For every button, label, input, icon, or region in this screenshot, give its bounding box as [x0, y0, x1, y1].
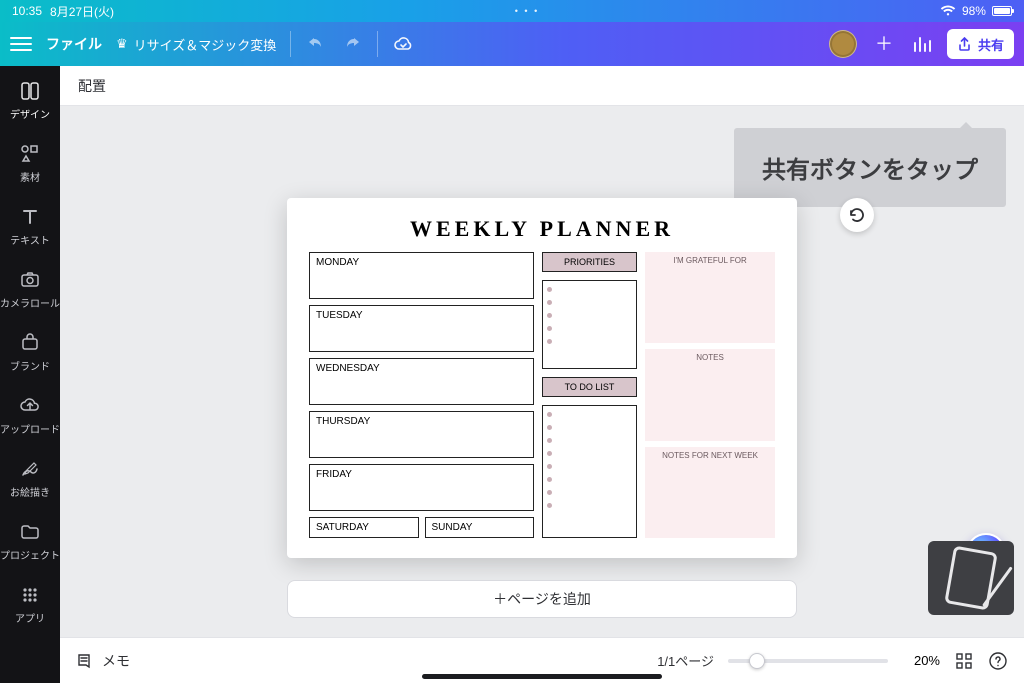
planner-title: WEEKLY PLANNER — [309, 216, 775, 242]
share-button[interactable]: 共有 — [947, 29, 1014, 59]
analytics-button[interactable] — [911, 33, 933, 55]
sidebar-item-brand[interactable]: ブランド — [0, 332, 60, 373]
share-icon — [957, 37, 972, 52]
zoom-slider-track[interactable] — [728, 659, 888, 663]
planner-notes-box: NOTES — [645, 349, 775, 440]
home-indicator — [422, 674, 662, 679]
planner-next-week-box: NOTES FOR NEXT WEEK — [645, 447, 775, 538]
invite-button[interactable]: ＋ — [871, 31, 897, 57]
elements-icon — [19, 143, 41, 165]
draw-icon — [19, 458, 41, 480]
planner-day-box: WEDNESDAY — [309, 358, 534, 405]
brand-icon — [19, 332, 41, 354]
sidebar-item-upload[interactable]: アップロード — [0, 395, 60, 436]
status-handle-indicator: • • • — [515, 6, 539, 16]
sidebar-item-camera-roll[interactable]: カメラロール — [0, 269, 60, 310]
context-toolbar: 配置 — [60, 66, 1024, 106]
zoom-slider-thumb[interactable] — [749, 653, 765, 669]
notes-icon — [76, 652, 94, 670]
canvas-area[interactable]: 共有ボタンをタップ WEEKLY PLANNER MONDAY TUESDAY … — [60, 106, 1024, 637]
menu-button[interactable] — [10, 37, 32, 51]
planner-day-box: FRIDAY — [309, 464, 534, 511]
planner-todo-box — [542, 405, 637, 538]
planner-day-box: SATURDAY — [309, 517, 419, 538]
wifi-icon — [940, 5, 956, 17]
sidebar-item-design[interactable]: デザイン — [0, 80, 60, 121]
tablet-pen-badge — [928, 541, 1014, 615]
planner-day-box: MONDAY — [309, 252, 534, 299]
ios-status-bar: 10:35 8月27日(火) • • • 98% — [0, 0, 1024, 22]
undo-button[interactable] — [305, 33, 327, 55]
sidebar-item-elements[interactable]: 素材 — [0, 143, 60, 184]
design-canvas-page[interactable]: WEEKLY PLANNER MONDAY TUESDAY WEDNESDAY … — [287, 198, 797, 558]
crown-icon: ♛ — [116, 36, 128, 52]
toolbar-divider — [290, 31, 291, 57]
user-avatar[interactable] — [829, 30, 857, 58]
planner-day-box: THURSDAY — [309, 411, 534, 458]
folder-icon — [19, 521, 41, 543]
page-indicator[interactable]: 1/1ページ — [657, 651, 714, 670]
planner-priorities-box — [542, 280, 637, 369]
resize-magic-button[interactable]: ♛ リサイズ＆マジック変換 — [116, 35, 276, 54]
planner-grateful-box: I'M GRATEFUL FOR — [645, 252, 775, 343]
status-time: 10:35 — [12, 4, 42, 18]
battery-icon — [992, 6, 1012, 16]
planner-todo-header: TO DO LIST — [542, 377, 637, 397]
text-icon — [19, 206, 41, 228]
zoom-slider[interactable] — [728, 659, 888, 663]
planner-day-box: TUESDAY — [309, 305, 534, 352]
refresh-icon — [848, 206, 866, 224]
sidebar-item-projects[interactable]: プロジェクト — [0, 521, 60, 562]
planner-priorities-header: PRIORITIES — [542, 252, 637, 272]
design-icon — [19, 80, 41, 102]
notes-button[interactable]: メモ — [76, 651, 130, 671]
file-menu[interactable]: ファイル — [46, 34, 102, 54]
bottom-bar: メモ 1/1ページ 20% — [60, 637, 1024, 683]
position-button[interactable]: 配置 — [78, 76, 106, 96]
zoom-percent[interactable]: 20% — [902, 653, 940, 668]
annotation-callout: 共有ボタンをタップ — [734, 128, 1006, 207]
redo-button[interactable] — [341, 33, 363, 55]
planner-day-box: SUNDAY — [425, 517, 535, 538]
cloud-sync-icon[interactable] — [392, 33, 414, 55]
app-topbar: ファイル ♛ リサイズ＆マジック変換 ＋ 共有 — [0, 22, 1024, 66]
grid-view-button[interactable] — [954, 651, 974, 671]
help-button[interactable] — [988, 651, 1008, 671]
planner-layout: MONDAY TUESDAY WEDNESDAY THURSDAY FRIDAY… — [309, 252, 775, 538]
battery-percent: 98% — [962, 4, 986, 18]
sidebar-item-text[interactable]: テキスト — [0, 206, 60, 247]
left-sidebar: デザイン 素材 テキスト カメラロール ブランド アップロード お絵描き プロ — [0, 66, 60, 683]
add-page-button[interactable]: ＋ページを追加 — [287, 580, 797, 618]
sidebar-item-draw[interactable]: お絵描き — [0, 458, 60, 499]
upload-icon — [19, 395, 41, 417]
sidebar-item-apps[interactable]: アプリ — [0, 584, 60, 625]
status-date: 8月27日(火) — [50, 3, 114, 20]
apps-icon — [19, 584, 41, 606]
camera-icon — [19, 269, 41, 291]
refresh-canvas-button[interactable] — [840, 198, 874, 232]
toolbar-divider — [377, 31, 378, 57]
